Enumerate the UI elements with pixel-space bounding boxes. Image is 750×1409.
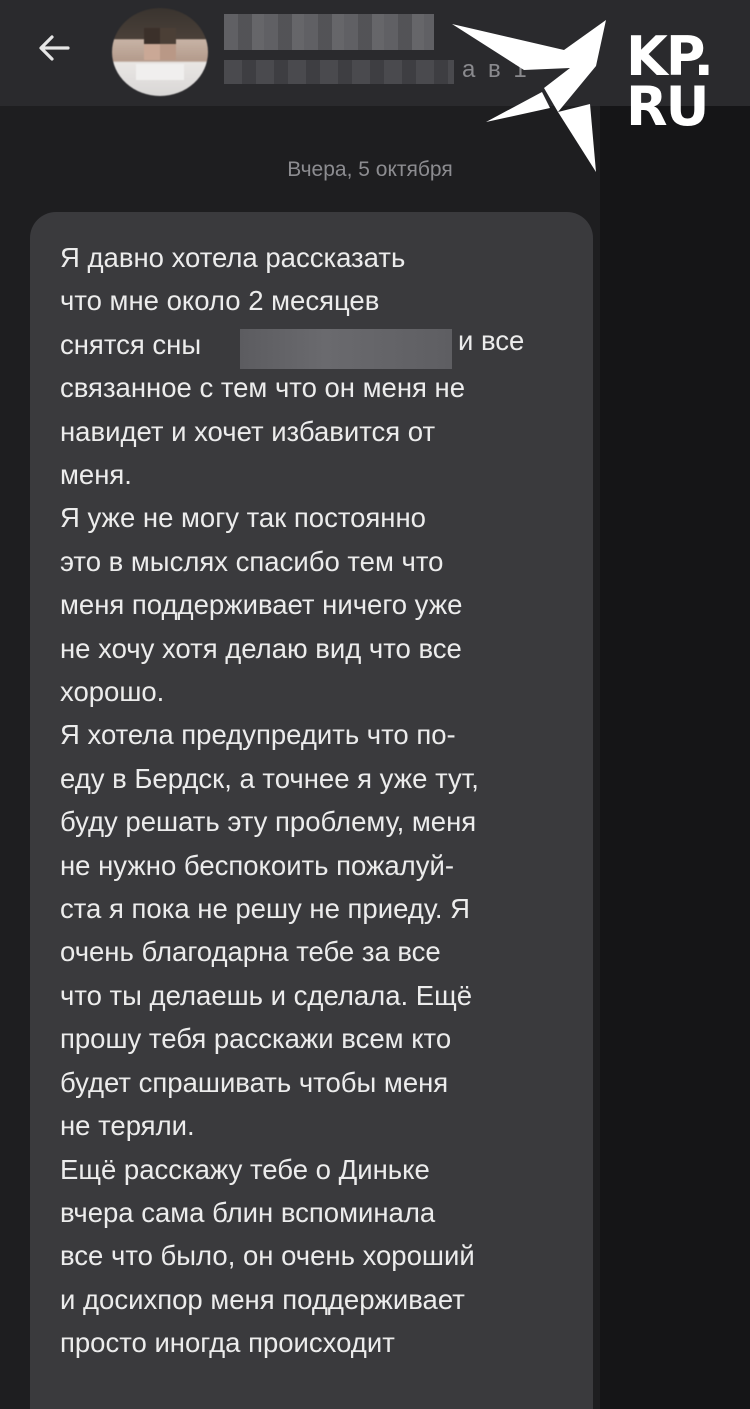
side-strip (600, 106, 750, 1409)
back-button[interactable] (28, 22, 80, 74)
kp-ru-logo-text: KP. RU (626, 30, 746, 138)
arrow-left-icon (39, 35, 70, 61)
contact-avatar[interactable] (112, 8, 208, 96)
message-redacted-tail: и все (458, 325, 525, 356)
contact-status-redacted (224, 60, 454, 84)
message-bubble[interactable]: Я давно хотела рассказать что мне около … (30, 212, 593, 1409)
message-text-after: связанное с тем что он меня не навидет и… (60, 372, 479, 1359)
message-redacted-fragment (240, 329, 452, 369)
contact-name-redacted[interactable] (224, 14, 434, 50)
logo-line-2: RU (626, 75, 709, 138)
date-separator: Вчера, 5 октября (287, 158, 453, 181)
